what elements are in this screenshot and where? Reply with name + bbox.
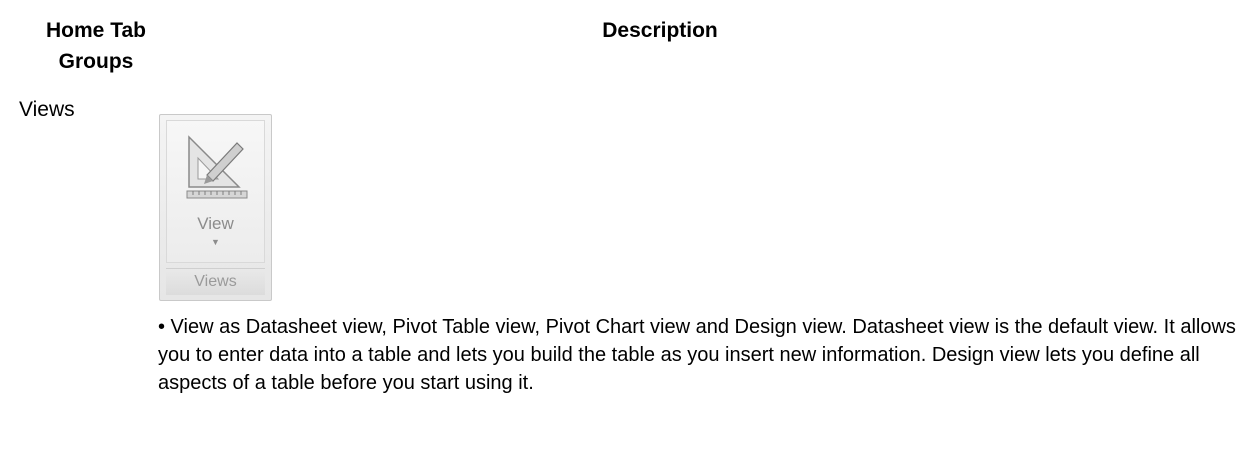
views-description: • View as Datasheet view, Pivot Table vi… [158,316,1236,394]
dropdown-arrow-icon: ▼ [211,237,220,247]
header-group-line2: Groups [58,50,134,73]
views-group-label: Views [166,268,265,295]
header-group-line1: Home Tab [46,19,146,42]
views-ribbon-group: View ▼ Views [159,114,272,301]
view-design-icon [186,135,248,199]
view-button[interactable]: View ▼ [166,120,265,263]
header-description: Description [602,19,718,42]
view-button-label: View [197,214,234,233]
header-home-tab-groups: Home Tab Groups [22,15,170,77]
group-name-views: Views [19,98,75,121]
